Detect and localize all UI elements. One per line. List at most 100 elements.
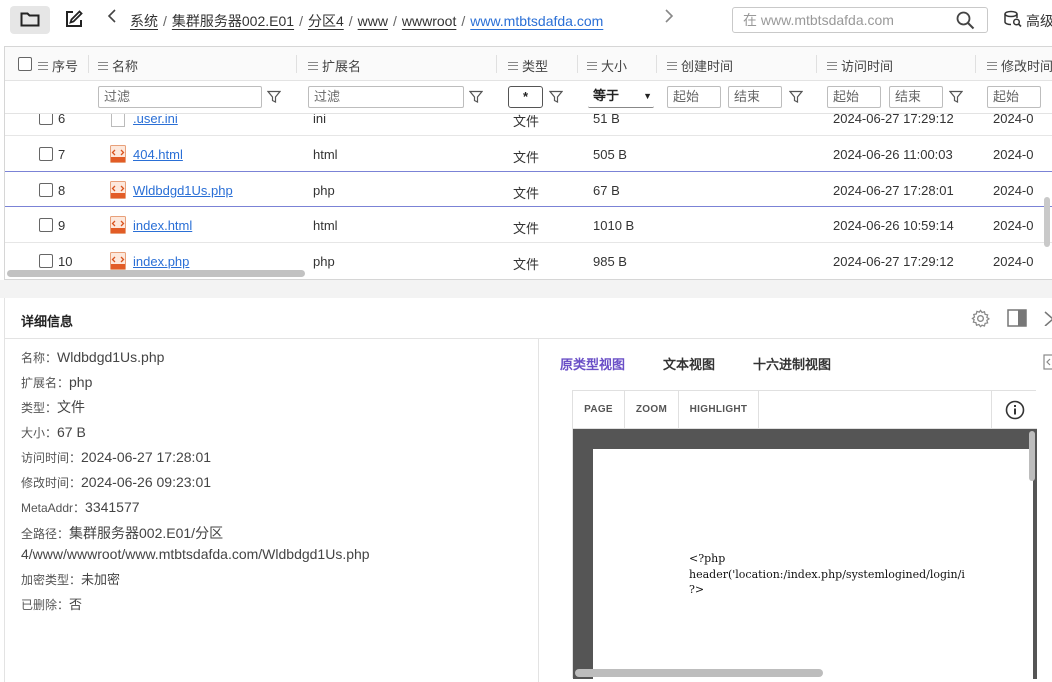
row-index: 6: [58, 114, 66, 126]
row-size: 51 B: [593, 114, 620, 126]
accessed-start-input[interactable]: 起始: [827, 86, 881, 108]
table-row[interactable]: 9 index.html html 文件 1010 B 2024-06-26 1…: [5, 207, 1052, 243]
detail-panel-title: 详细信息: [21, 314, 74, 329]
column-header-modified[interactable]: 修改时间: [987, 56, 1052, 75]
code-line: header('location:/index.php/systemlogine…: [689, 567, 965, 581]
column-menu-icon: [667, 61, 677, 70]
file-info-list: 名称：Wldbdgd1Us.php 扩展名：php 类型：文件 大小：67 B …: [21, 348, 521, 621]
column-header-created[interactable]: 创建时间: [667, 56, 733, 75]
document-viewer: PAGE ZOOM HIGHLIGHT <?php header('locatio…: [572, 390, 1037, 679]
file-name-link[interactable]: .user.ini: [133, 114, 178, 126]
table-row[interactable]: 10 index.php php 文件 985 B 2024-06-27 17:…: [5, 243, 1052, 272]
row-ext: html: [313, 218, 338, 233]
row-checkbox[interactable]: [39, 147, 53, 161]
info-row-ext: 扩展名：php: [21, 374, 93, 390]
row-checkbox[interactable]: [39, 218, 53, 232]
row-size: 505 B: [593, 147, 627, 162]
created-end-input[interactable]: 结束: [728, 86, 782, 108]
info-row-type: 类型：文件: [21, 399, 86, 415]
row-checkbox[interactable]: [39, 183, 53, 197]
row-type: 文件: [513, 150, 540, 165]
code-line: ?>: [689, 583, 705, 596]
column-header-name[interactable]: 名称: [98, 56, 138, 75]
row-modified: 2024-0: [993, 183, 1034, 198]
detail-divider: [538, 339, 539, 682]
breadcrumb-item-current[interactable]: www.mtbtsdafda.com: [470, 13, 603, 29]
split-panel-icon[interactable]: [1007, 309, 1027, 330]
gear-icon[interactable]: [971, 309, 991, 331]
search-icon[interactable]: [956, 11, 975, 33]
search-input[interactable]: [741, 11, 951, 29]
html-file-icon: [110, 216, 126, 237]
column-header-type[interactable]: 类型: [508, 56, 548, 75]
column-menu-icon: [587, 61, 597, 70]
row-checkbox[interactable]: [39, 114, 53, 125]
row-ext: php: [313, 183, 335, 198]
row-accessed: 2024-06-27 17:29:12: [833, 254, 954, 269]
chevron-left-icon[interactable]: [107, 8, 117, 29]
accessed-end-input[interactable]: 结束: [889, 86, 943, 108]
table-body: 6 .user.ini ini 文件 51 B 2024-06-27 17:29…: [5, 114, 1052, 272]
advanced-search-button[interactable]: 高级: [1004, 10, 1052, 31]
file-name-link[interactable]: index.php: [133, 254, 189, 269]
created-start-input[interactable]: 起始: [667, 86, 721, 108]
file-name-link[interactable]: Wldbdgd1Us.php: [133, 183, 233, 198]
table-row[interactable]: 6 .user.ini ini 文件 51 B 2024-06-27 17:29…: [5, 114, 1052, 136]
row-type: 文件: [513, 221, 540, 236]
viewer-canvas[interactable]: <?php header('location:/index.php/systeml…: [573, 429, 1037, 679]
name-filter-input[interactable]: 过滤: [98, 86, 262, 108]
column-header-size[interactable]: 大小: [587, 56, 627, 75]
breadcrumb-item[interactable]: 分区4: [308, 13, 344, 29]
close-icon[interactable]: [1043, 310, 1052, 329]
file-name-link[interactable]: 404.html: [133, 147, 183, 162]
export-icon[interactable]: [1043, 354, 1052, 373]
size-operator-select[interactable]: 等于 ▼: [588, 86, 654, 108]
breadcrumb-item[interactable]: 系统: [130, 13, 158, 29]
column-menu-icon: [987, 61, 997, 70]
info-row-name: 名称：Wldbdgd1Us.php: [21, 349, 165, 365]
page-code: <?php header('location:/index.php/systeml…: [689, 551, 965, 598]
advanced-search-label: 高级: [1026, 12, 1052, 29]
chevron-right-icon[interactable]: [664, 8, 674, 29]
tab-native-view[interactable]: 原类型视图: [560, 354, 625, 373]
breadcrumb-item[interactable]: wwwroot: [402, 13, 456, 29]
breadcrumb-item[interactable]: 集群服务器002.E01: [172, 13, 294, 29]
html-file-icon: [110, 181, 126, 202]
horizontal-scrollbar[interactable]: [7, 270, 305, 277]
row-index: 8: [58, 183, 66, 198]
column-header-index[interactable]: 序号: [38, 56, 78, 75]
panel-splitter[interactable]: [0, 280, 1052, 298]
page-button[interactable]: PAGE: [573, 391, 625, 428]
type-filter-input[interactable]: *: [508, 86, 543, 108]
tab-hex-view[interactable]: 十六进制视图: [753, 354, 831, 373]
vertical-scrollbar[interactable]: [1044, 197, 1050, 247]
table-header: 序号 名称 扩展名 类型 大小 创建时间 访问时间 修改时间: [5, 47, 1052, 81]
row-checkbox[interactable]: [39, 254, 53, 268]
column-header-ext[interactable]: 扩展名: [308, 56, 361, 75]
viewer-vertical-scrollbar[interactable]: [1029, 431, 1035, 481]
highlight-button[interactable]: HIGHLIGHT: [679, 391, 759, 428]
ext-filter-input[interactable]: 过滤: [308, 86, 464, 108]
info-icon[interactable]: [991, 391, 1037, 428]
viewer-tabs: 原类型视图 文本视图 十六进制视图: [560, 354, 869, 373]
dropdown-caret-icon: ▼: [643, 91, 652, 101]
top-toolbar: 系统 / 集群服务器002.E01/分区4/www / wwwroot / www.mtbt…: [0, 0, 1052, 40]
viewer-toolbar: PAGE ZOOM HIGHLIGHT: [573, 391, 1037, 429]
edit-button[interactable]: [54, 6, 94, 34]
tab-text-view[interactable]: 文本视图: [663, 354, 715, 373]
info-row-deleted: 已删除：否: [21, 597, 83, 612]
info-row-fullpath: 全路径：集群服务器002.E01/分区4/www/wwwroot/www.mtb…: [21, 525, 370, 562]
viewer-horizontal-scrollbar[interactable]: [575, 669, 823, 677]
breadcrumb-item[interactable]: www: [358, 13, 388, 29]
folder-view-button[interactable]: [10, 6, 50, 34]
table-row-selected[interactable]: 8 Wldbdgd1Us.php php 文件 67 B 2024-06-27 …: [5, 171, 1052, 207]
file-name-link[interactable]: index.html: [133, 218, 192, 233]
select-all-checkbox[interactable]: [18, 57, 32, 71]
modified-start-input[interactable]: 起始: [987, 86, 1041, 108]
row-type: 文件: [513, 114, 540, 129]
detail-panel-header: 详细信息: [5, 298, 1052, 339]
column-header-accessed[interactable]: 访问时间: [827, 56, 893, 75]
row-modified: 2024-0: [993, 114, 1034, 126]
zoom-button[interactable]: ZOOM: [625, 391, 679, 428]
table-row[interactable]: 7 404.html html 文件 505 B 2024-06-26 11:0…: [5, 136, 1052, 172]
